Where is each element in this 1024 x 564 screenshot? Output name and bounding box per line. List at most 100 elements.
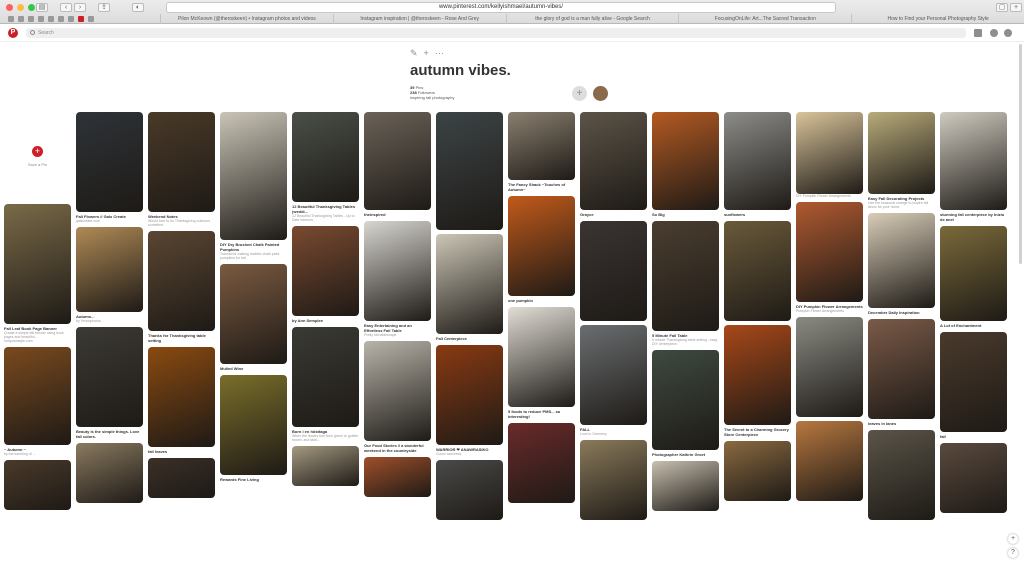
pin-image[interactable]	[580, 112, 647, 210]
pin-card[interactable]	[796, 421, 863, 501]
pin-card[interactable]	[508, 423, 575, 503]
pin-card[interactable]: December Daily Inspiration	[868, 213, 935, 315]
scrollbar[interactable]	[1019, 44, 1022, 264]
pin-card[interactable]: fall leaves	[148, 347, 215, 454]
pin-image[interactable]	[292, 446, 359, 486]
more-icon[interactable]: ⋯	[435, 48, 444, 59]
pin-card[interactable]: The Secret to a Charming Grocery Store C…	[724, 325, 791, 437]
pin-card[interactable]: sunflowers	[724, 112, 791, 217]
pin-card[interactable]: one pumpkin	[508, 196, 575, 303]
new-tab-button[interactable]: +	[1010, 3, 1022, 12]
pin-card[interactable]: Easy Fall Decorating Projects Use the sea…	[868, 112, 935, 209]
pin-image[interactable]	[4, 204, 71, 324]
favorite-icon[interactable]	[18, 16, 24, 22]
pin-card[interactable]	[4, 460, 71, 510]
pin-image[interactable]	[508, 112, 575, 180]
pin-card[interactable]: theinspired	[364, 112, 431, 217]
pin-image[interactable]	[796, 317, 863, 417]
pin-image[interactable]	[436, 112, 503, 230]
pin-card[interactable]: Thanks for Thanksgiving table setting	[148, 231, 215, 343]
favorite-icon[interactable]	[38, 16, 44, 22]
pin-card[interactable]: Grayce	[580, 112, 647, 217]
pin-card[interactable]	[76, 443, 143, 503]
privacy-icon[interactable]: ◐	[132, 3, 144, 12]
pin-card[interactable]: Born i en hösttaga When the leaves turn f…	[292, 327, 359, 442]
browser-tab[interactable]: the glory of god is a man fully alive - …	[505, 14, 679, 24]
pin-card[interactable]: ~ Autumn ~ by the tumbling of ...	[4, 347, 71, 456]
pin-image[interactable]	[724, 325, 791, 425]
pin-image[interactable]	[940, 332, 1007, 432]
pin-image[interactable]	[868, 430, 935, 520]
search-input[interactable]: Search	[26, 28, 966, 38]
pin-card[interactable]: Rewards Fine Living	[220, 375, 287, 482]
back-button[interactable]: ‹	[60, 3, 72, 12]
pin-image[interactable]	[652, 350, 719, 450]
pin-image[interactable]	[364, 221, 431, 321]
save-pin-button[interactable]: + Save a Pin	[4, 112, 71, 200]
add-collaborator-button[interactable]: +	[572, 86, 587, 101]
pin-image[interactable]	[220, 375, 287, 475]
pin-card[interactable]	[436, 460, 503, 520]
pin-card[interactable]: FALL Love in Greenery	[580, 325, 647, 436]
pin-card[interactable]: DIY Pumpkin Flower Arrangements Pumpkin F…	[796, 202, 863, 313]
pin-image[interactable]	[76, 112, 143, 212]
pin-image[interactable]	[220, 264, 287, 364]
tabs-overview-icon[interactable]: ▢	[996, 3, 1008, 12]
pin-card[interactable]: The Fancy Shack ~Touches of Autumn~	[508, 112, 575, 192]
pinterest-logo-icon[interactable]: P	[8, 28, 18, 38]
avatar[interactable]	[593, 86, 608, 101]
pinterest-favorite-icon[interactable]	[78, 16, 84, 22]
pin-card[interactable]: 12 Beautiful Thanksgiving Tables (weddi.…	[292, 112, 359, 222]
pin-image[interactable]	[436, 460, 503, 520]
pin-image[interactable]	[508, 196, 575, 296]
pin-image[interactable]	[868, 213, 935, 308]
pin-image[interactable]	[292, 327, 359, 427]
pin-image[interactable]	[292, 226, 359, 316]
pin-card[interactable]: 5 foods to reduce PMS... so interesting!	[508, 307, 575, 419]
pin-image[interactable]	[796, 202, 863, 302]
add-pin-button[interactable]: +	[1008, 534, 1018, 544]
pin-card[interactable]: Beauty is the simple things. Love fall c…	[76, 327, 143, 439]
pin-card[interactable]: A Lot of Enchantment	[940, 226, 1007, 328]
minimize-window-icon[interactable]	[17, 4, 24, 11]
profile-icon[interactable]	[990, 29, 998, 37]
pin-card[interactable]: Weekend Notes Would love to do Thanksgivi…	[148, 112, 215, 227]
pin-card[interactable]	[436, 112, 503, 230]
pin-image[interactable]	[4, 460, 71, 510]
help-button[interactable]: ?	[1008, 548, 1018, 558]
sidebar-toggle-icon[interactable]: ▤	[36, 3, 48, 12]
pin-image[interactable]	[724, 221, 791, 321]
pin-card[interactable]: DIY Pumpkin Flower Arrangements	[796, 112, 863, 198]
pin-card[interactable]: fall	[940, 332, 1007, 439]
pin-card[interactable]	[364, 457, 431, 497]
pin-card[interactable]: Easy Entertaining and an Effortless Fall…	[364, 221, 431, 337]
pin-card[interactable]: leaves in lanes	[868, 319, 935, 426]
favorite-icon[interactable]	[88, 16, 94, 22]
pin-image[interactable]	[364, 341, 431, 441]
forward-button[interactable]: ›	[74, 3, 86, 12]
favorite-icon[interactable]	[28, 16, 34, 22]
pin-card[interactable]	[652, 461, 719, 511]
pin-image[interactable]	[436, 345, 503, 445]
pin-image[interactable]	[148, 231, 215, 331]
pin-image[interactable]	[148, 112, 215, 212]
pin-image[interactable]	[292, 112, 359, 202]
pin-card[interactable]	[868, 430, 935, 520]
pin-card[interactable]: stunning fall centerpiece by Inizio de a…	[940, 112, 1007, 222]
pin-card[interactable]	[148, 458, 215, 498]
pin-image[interactable]	[4, 347, 71, 445]
pin-card[interactable]: Autumn... by Yehoophotos	[76, 227, 143, 323]
pin-card[interactable]: WARRIOR ❤ ANAWRASIKO Good road trees	[436, 345, 503, 456]
pin-image[interactable]	[508, 423, 575, 503]
browser-tab[interactable]: How to Find your Personal Photography St…	[851, 14, 1024, 24]
pin-card[interactable]	[796, 317, 863, 417]
pin-image[interactable]	[796, 112, 863, 194]
browser-tab[interactable]: Pilon McKeown (@theroskeen) • Instagram …	[160, 14, 333, 24]
pin-image[interactable]	[868, 319, 935, 419]
pin-card[interactable]: 5 Minute Fall Table 5 minute Thanksgiving…	[652, 221, 719, 346]
pin-image[interactable]	[796, 421, 863, 501]
edit-icon[interactable]: ✎	[410, 48, 418, 59]
pin-card[interactable]	[292, 446, 359, 486]
pin-image[interactable]	[868, 112, 935, 194]
pin-image[interactable]	[436, 234, 503, 334]
